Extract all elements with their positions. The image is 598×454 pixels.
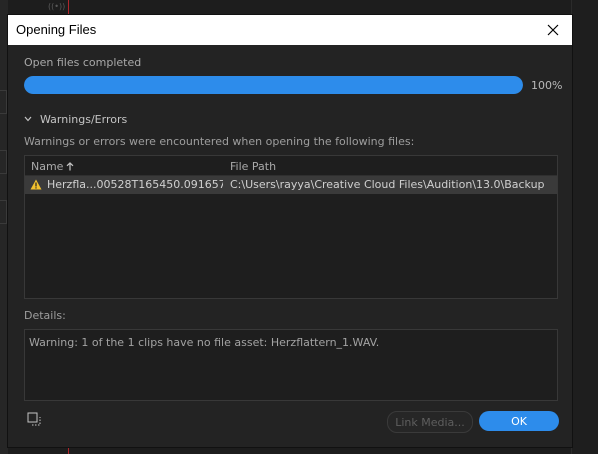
warnings-section-toggle[interactable]: Warnings/Errors xyxy=(24,112,127,126)
warnings-description: Warnings or errors were encountered when… xyxy=(24,135,415,148)
section-title: Warnings/Errors xyxy=(40,112,128,126)
chevron-down-icon xyxy=(24,116,32,122)
opening-files-dialog: Opening Files Open files completed 100% … xyxy=(8,15,572,447)
column-header-path[interactable]: File Path xyxy=(230,160,276,173)
background-track-marker xyxy=(0,90,7,114)
ok-button[interactable]: OK xyxy=(479,411,559,431)
copy-icon xyxy=(27,412,41,426)
progress-percent: 100% xyxy=(531,79,563,92)
table-row[interactable]: Herzfla...00528T165450.091657.sesx C:\Us… xyxy=(25,176,557,194)
progress-bar xyxy=(24,76,523,94)
progress-fill xyxy=(24,76,523,94)
details-text: Warning: 1 of the 1 clips have no file a… xyxy=(29,336,380,349)
warning-icon xyxy=(30,179,42,190)
background-track-marker xyxy=(0,150,7,174)
dialog-titlebar: Opening Files xyxy=(8,15,572,45)
close-button[interactable] xyxy=(538,15,568,45)
close-icon xyxy=(547,24,559,36)
playhead-line xyxy=(68,0,69,14)
column-header-name-label: Name xyxy=(31,160,64,173)
status-text: Open files completed xyxy=(24,56,142,69)
row-file-name: Herzfla...00528T165450.091657.sesx xyxy=(47,178,223,191)
background-track-marker xyxy=(0,200,7,224)
row-file-path: C:\Users\rayya\Creative Cloud Files\Audi… xyxy=(230,178,545,191)
files-table: Name File Path Herzfla...00528T165450.09… xyxy=(24,155,558,299)
copy-details-button[interactable] xyxy=(24,409,44,429)
link-media-button[interactable]: Link Media... xyxy=(387,411,473,433)
sort-ascending-icon xyxy=(67,162,74,171)
column-header-name[interactable]: Name xyxy=(31,160,74,173)
background-panel-right xyxy=(571,0,598,454)
details-label: Details: xyxy=(24,309,66,322)
background-panel-left xyxy=(0,0,8,454)
details-box[interactable]: Warning: 1 of the 1 clips have no file a… xyxy=(24,329,558,401)
broadcast-icon: ((•)) xyxy=(48,2,66,11)
dialog-title: Opening Files xyxy=(16,22,97,37)
